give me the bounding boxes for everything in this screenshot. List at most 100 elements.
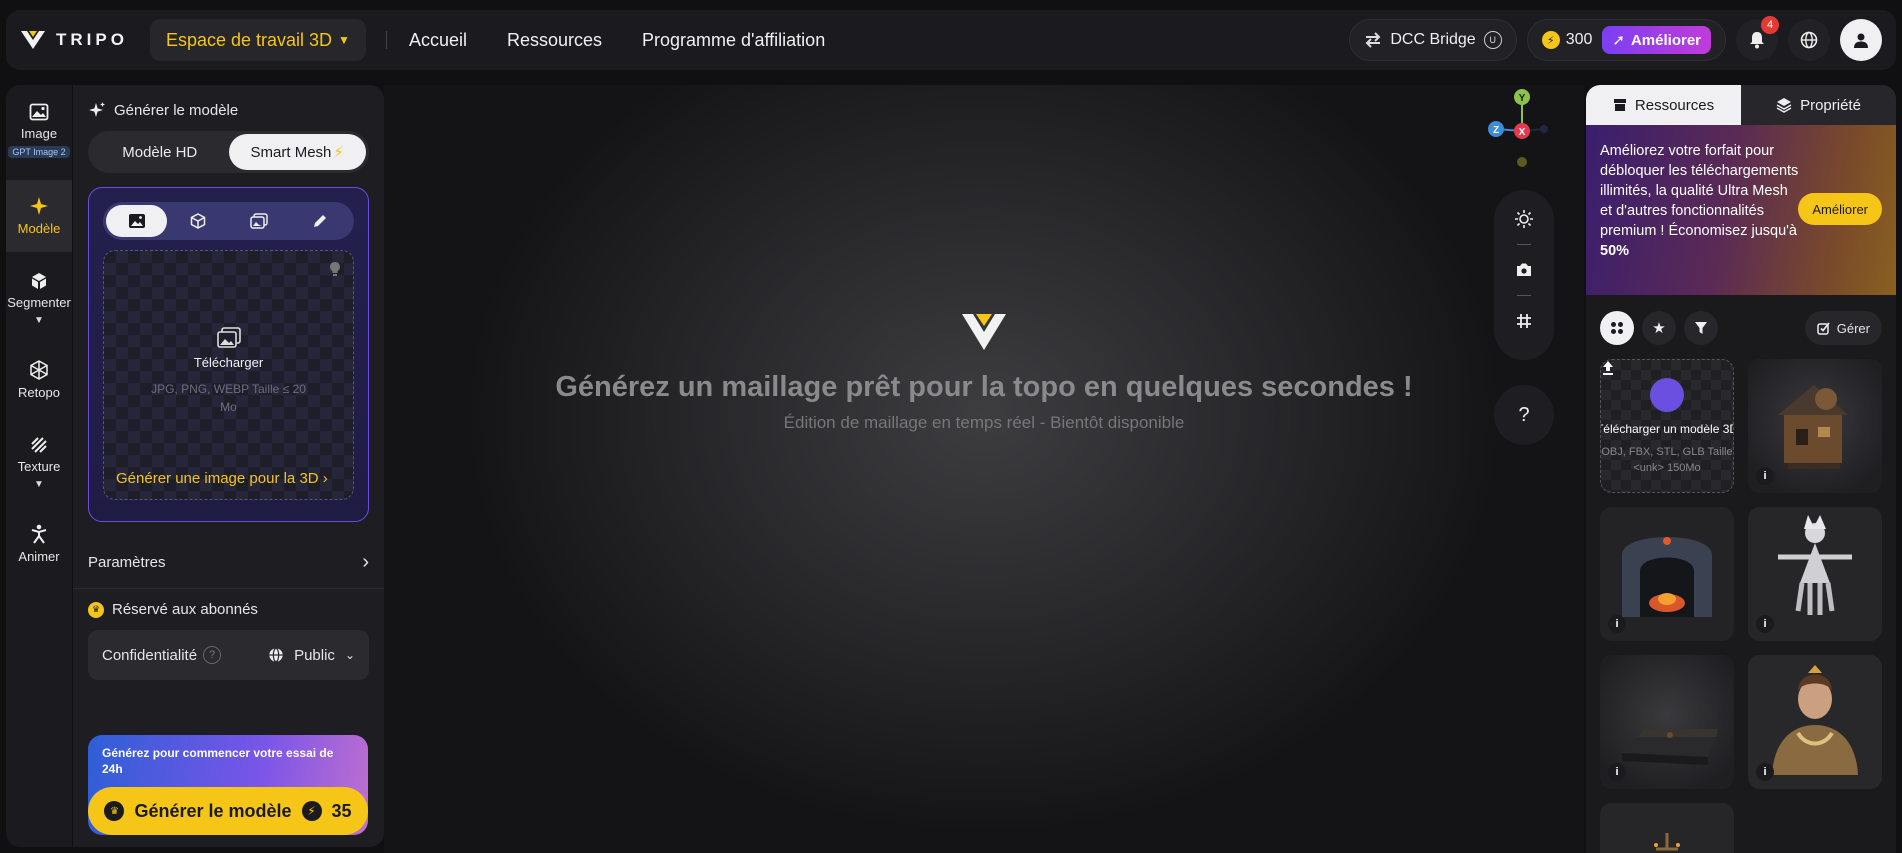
filter-icon	[1695, 322, 1707, 334]
user-icon	[1854, 33, 1868, 48]
lighting-button[interactable]	[1509, 204, 1539, 234]
reserved-label: Réservé aux abonnés	[112, 601, 258, 618]
manage-button[interactable]: Gérer	[1804, 311, 1882, 345]
chevron-down-icon: ⌄	[344, 648, 355, 662]
nav-link-resources[interactable]: Ressources	[507, 30, 602, 51]
caret-down-icon[interactable]: ▼	[34, 315, 44, 326]
workspace-dropdown[interactable]: Espace de travail 3D ▼	[149, 19, 366, 61]
axis-y-label: Y	[1519, 93, 1526, 104]
promo-upgrade-button[interactable]: Améliorer	[1798, 193, 1882, 225]
rail-item-image[interactable]: Image GPT Image 2	[6, 95, 72, 166]
upload-image-icon	[216, 327, 241, 348]
sun-icon	[1515, 210, 1533, 228]
asset-thumbnail-chandelier	[1600, 803, 1734, 853]
favorites-button[interactable]: ★	[1642, 311, 1676, 345]
privacy-label: Confidentialité	[102, 646, 198, 664]
info-button[interactable]: i	[1608, 615, 1626, 633]
manage-label: Gérer	[1836, 320, 1870, 336]
caret-down-icon[interactable]: ▼	[34, 479, 44, 490]
nav-divider	[385, 31, 387, 49]
image-dropzone[interactable]: Télécharger JPG, PNG, WEBP Taille ≤ 20 M…	[103, 250, 354, 500]
view-all-button[interactable]	[1600, 311, 1634, 345]
chevron-right-icon: ›	[322, 470, 328, 487]
info-button[interactable]: i	[1756, 467, 1774, 485]
upload-model-title: Télécharger un modèle 3D	[1600, 422, 1734, 436]
sparkle-icon	[89, 102, 105, 117]
tab-multi-image[interactable]	[229, 205, 290, 237]
brand-logo[interactable]: TRIPO	[20, 20, 128, 60]
generate-model-button[interactable]: ♛ Générer le modèle ⚡ 35	[88, 787, 368, 835]
image-icon	[29, 103, 49, 121]
upload-model-hint: OBJ, FBX, STL, GLB Taille <unk> 150Mo	[1601, 446, 1733, 474]
tab-multi-view[interactable]	[167, 205, 228, 237]
mode-smart-mesh-label: Smart Mesh	[250, 143, 332, 161]
info-button[interactable]: i	[1756, 763, 1774, 781]
generate-model-label: Générer le modèle	[134, 800, 292, 821]
tab-single-image[interactable]	[106, 205, 168, 237]
tool-rail: Image GPT Image 2 Modèle Segmenter ▼ Ret…	[6, 85, 72, 847]
asset-card[interactable]: i	[1748, 507, 1882, 641]
credits-pill[interactable]: ⚡ 300 ➚ Améliorer	[1526, 19, 1726, 61]
upload-format-hint: JPG, PNG, WEBP Taille ≤ 20 Mo	[151, 382, 306, 414]
axis-x-label: X	[1519, 127, 1526, 138]
rail-item-texture[interactable]: Texture ▼	[6, 428, 72, 498]
cube-icon	[32, 273, 46, 289]
asset-card[interactable]: i	[1748, 655, 1882, 789]
dcc-bridge-label: DCC Bridge	[1390, 31, 1476, 48]
tab-resources[interactable]: Ressources	[1586, 85, 1741, 125]
privacy-select[interactable]: Public ⌄	[268, 647, 355, 664]
help-circle-icon[interactable]: ?	[203, 646, 222, 664]
asset-card[interactable]: i	[1748, 359, 1882, 493]
language-button[interactable]	[1788, 19, 1830, 61]
info-button[interactable]: i	[1608, 763, 1626, 781]
dcc-bridge-button[interactable]: DCC Bridge U	[1349, 19, 1517, 61]
lightbulb-icon[interactable]	[329, 261, 341, 277]
divider	[1517, 295, 1531, 296]
tripo-logo-icon	[962, 314, 1006, 350]
bolt-icon: ⚡	[301, 801, 322, 821]
camera-icon	[1517, 263, 1531, 276]
upload-icon	[1603, 361, 1684, 412]
rail-item-animate[interactable]: Animer	[6, 516, 72, 572]
checklist-icon	[1817, 322, 1830, 335]
pencil-icon	[314, 215, 327, 227]
rail-label-model: Modèle	[17, 221, 61, 236]
globe-icon	[269, 647, 283, 663]
input-source-tabs	[103, 202, 354, 240]
generate-image-link[interactable]: Générer une image pour la 3D ›	[116, 470, 328, 487]
screenshot-button[interactable]	[1509, 255, 1539, 285]
asset-card[interactable]	[1600, 803, 1734, 853]
tab-text-prompt[interactable]	[290, 205, 351, 237]
mode-smart-mesh[interactable]: Smart Mesh ⚡	[228, 134, 366, 170]
rail-label-texture: Texture	[17, 459, 61, 474]
generate-cost: 35	[331, 800, 352, 821]
trial-text: Générez pour commencer votre essai de 24…	[102, 746, 334, 776]
upgrade-label: Améliorer	[1630, 31, 1701, 49]
tab-properties[interactable]: Propriété	[1741, 85, 1896, 125]
asset-card[interactable]: i	[1600, 655, 1734, 789]
top-navigation-bar: TRIPO Espace de travail 3D ▼ Accueil Res…	[6, 10, 1896, 70]
axis-gizmo[interactable]: Y Z X	[1482, 85, 1562, 175]
rail-item-segment[interactable]: Segmenter ▼	[6, 264, 72, 334]
image-icon	[128, 214, 145, 228]
grid-dots-icon	[1611, 322, 1623, 334]
notifications-button[interactable]: 4	[1736, 16, 1779, 61]
asset-card[interactable]: i	[1600, 507, 1734, 641]
mode-hd-model[interactable]: Modèle HD	[91, 134, 229, 170]
empty-state-subtitle: Édition de maillage en temps réel - Bien…	[783, 413, 1185, 432]
rail-item-retopo[interactable]: Retopo	[6, 352, 72, 408]
filter-button[interactable]	[1684, 311, 1718, 345]
rail-item-model[interactable]: Modèle	[6, 180, 72, 252]
upload-model-card[interactable]: Télécharger un modèle 3D OBJ, FBX, STL, …	[1600, 359, 1734, 493]
promo-text: Améliorez votre forfait pour débloquer l…	[1600, 141, 1800, 261]
nav-link-home[interactable]: Accueil	[409, 30, 467, 51]
nav-link-affiliate[interactable]: Programme d'affiliation	[642, 30, 825, 51]
account-button[interactable]	[1840, 19, 1882, 61]
upgrade-button[interactable]: ➚ Améliorer	[1602, 26, 1711, 54]
mesh-icon	[30, 360, 48, 380]
settings-row[interactable]: Paramètres ›	[88, 550, 369, 574]
info-button[interactable]: i	[1756, 615, 1774, 633]
3d-viewport[interactable]: Y Z X ? Générez un maillage prêt pour la…	[384, 85, 1584, 853]
generate-image-link-label: Générer une image pour la 3D	[116, 470, 319, 487]
panel-header: Générer le modèle	[88, 101, 369, 119]
